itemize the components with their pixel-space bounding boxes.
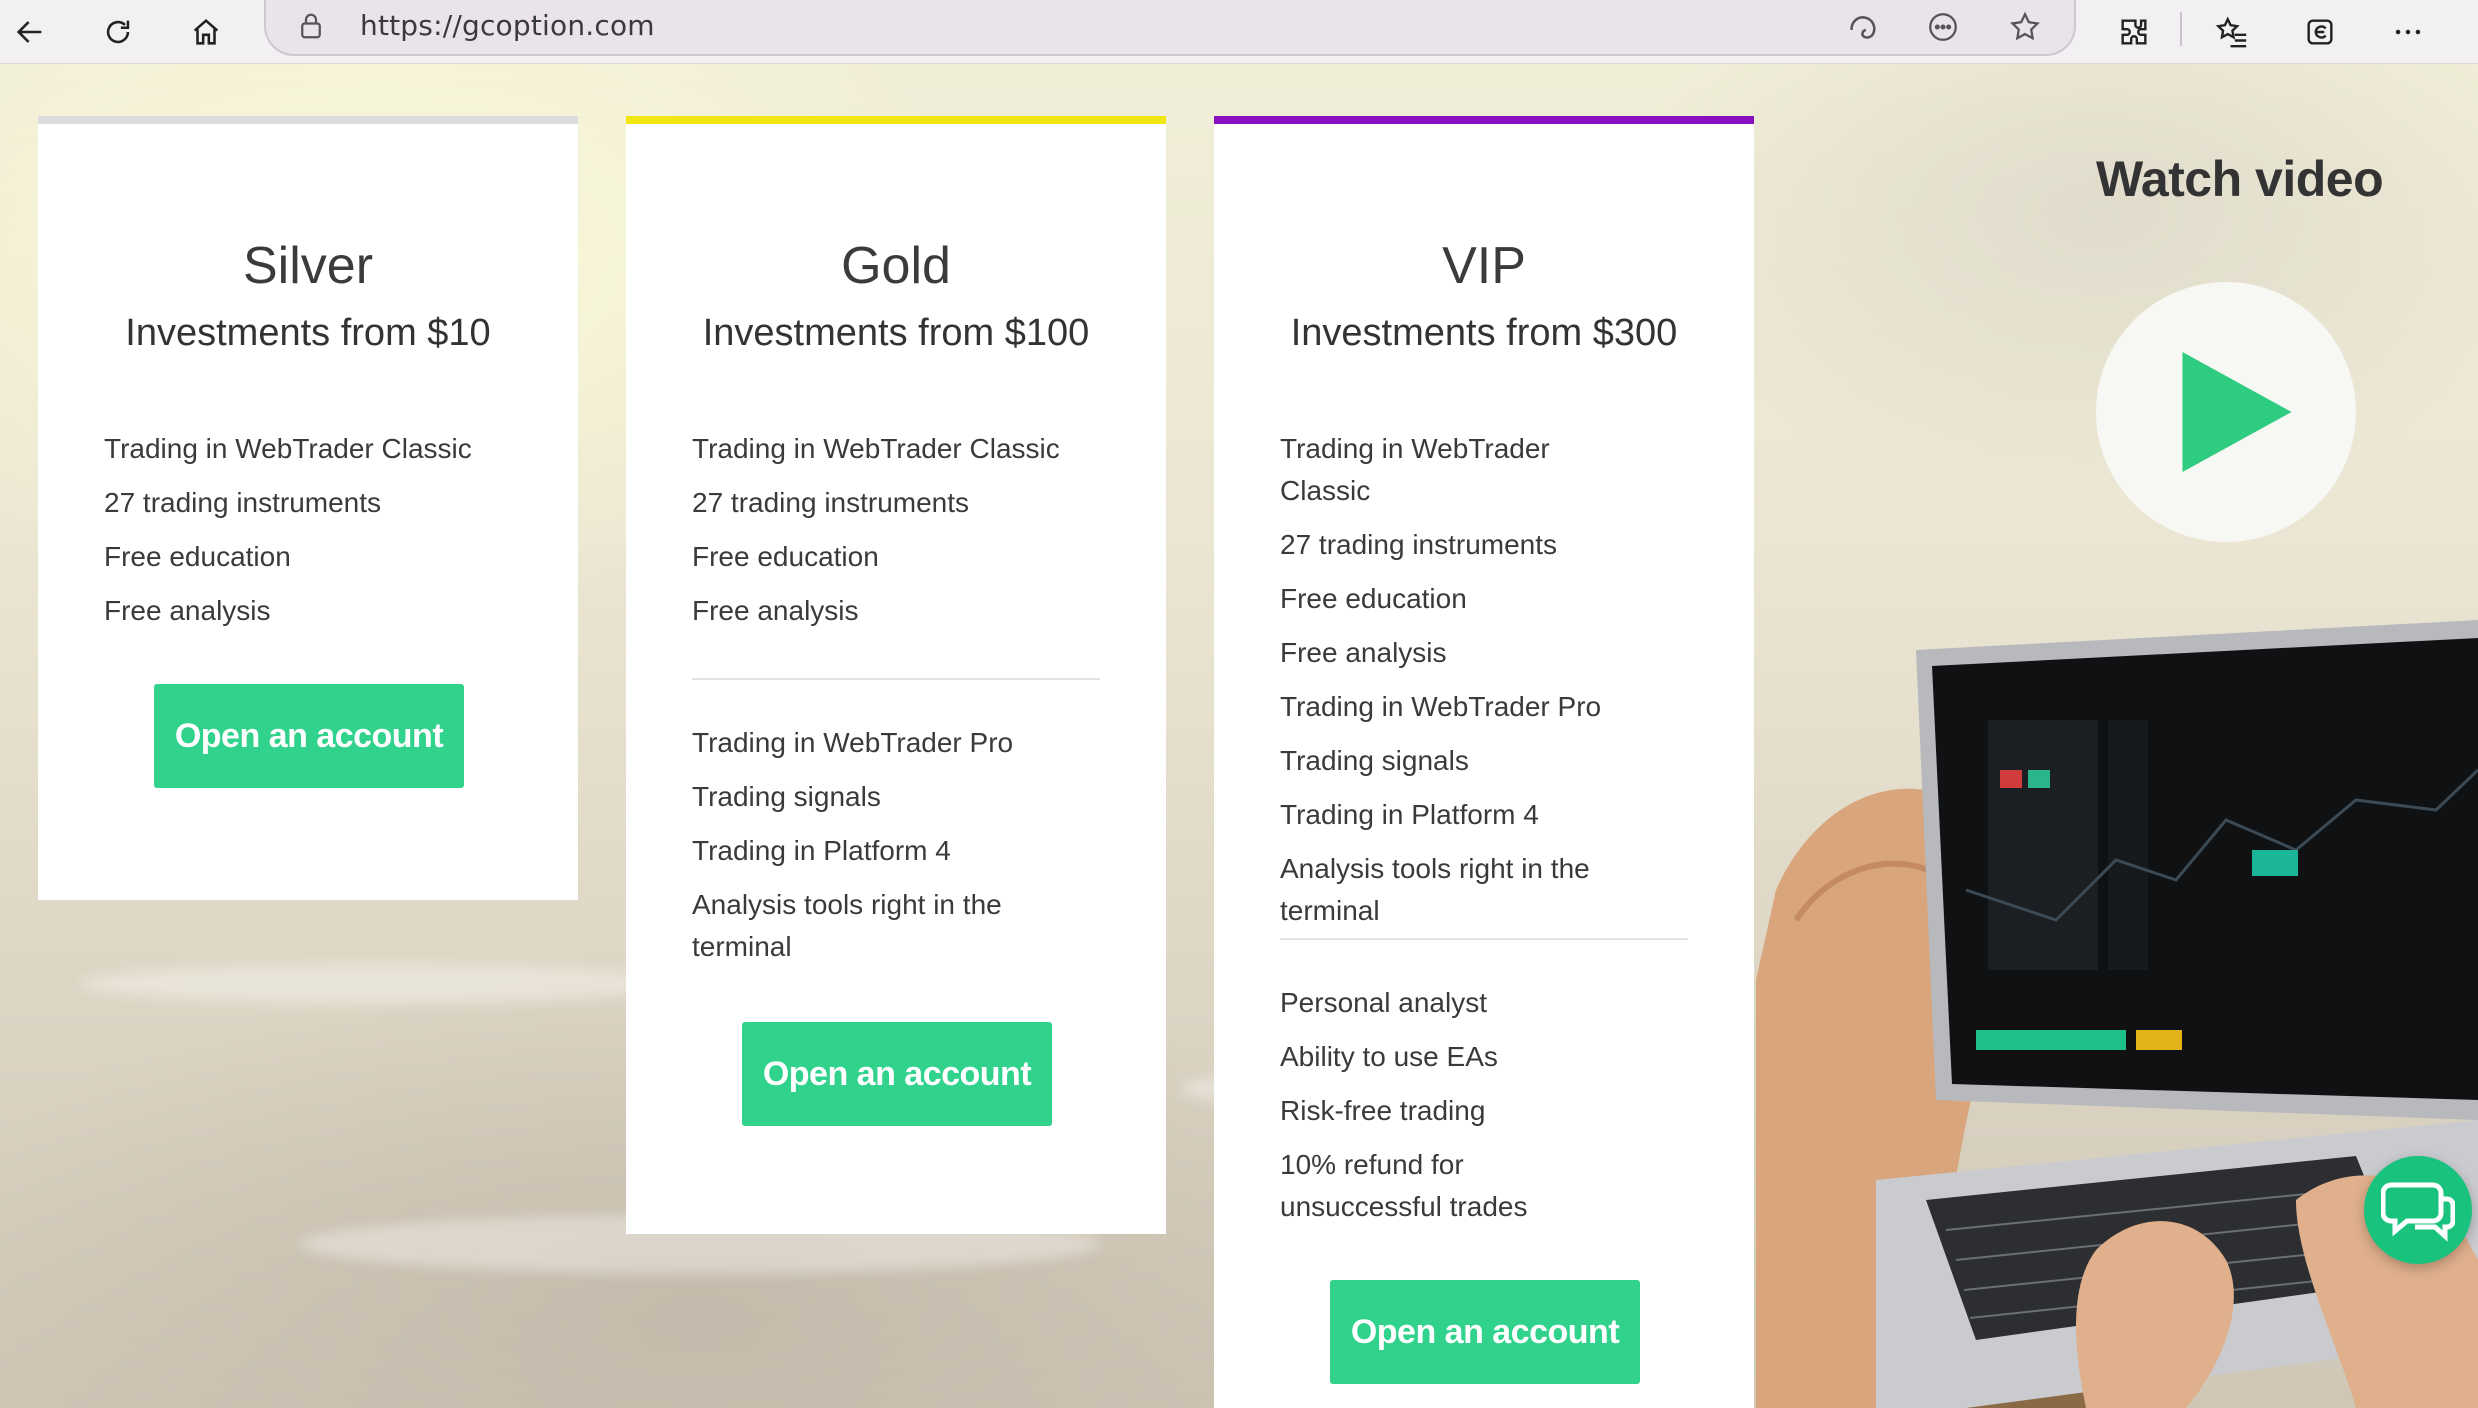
feature-list: Trading in WebTrader Classic 27 trading …: [692, 428, 1112, 644]
list-item: Free analysis: [692, 595, 859, 626]
list-item: Trading in WebTrader Classic: [692, 433, 1060, 464]
list-item: 10% refund for unsuccessful trades: [1280, 1149, 1528, 1222]
list-item: Trading in WebTrader Classic: [1280, 433, 1550, 506]
list-item: 27 trading instruments: [1280, 529, 1558, 560]
list-item: Trading signals: [1280, 745, 1469, 776]
watch-video-title: Watch video: [2096, 151, 2384, 207]
list-item: Trading in Platform 4: [1280, 799, 1539, 830]
extensions-icon[interactable]: [2108, 6, 2160, 58]
lock-icon[interactable]: [296, 10, 326, 42]
list-item: Free education: [692, 541, 879, 572]
plan-color-line: [626, 116, 1166, 124]
play-icon: [2182, 352, 2292, 472]
collections-icon[interactable]: [2294, 6, 2346, 58]
plan-card-silver: Silver Investments from $10 Trading in W…: [38, 116, 578, 900]
laptop-illustration: [1756, 620, 2478, 1408]
plan-subtitle: Investments from $300: [1290, 312, 1678, 354]
list-item: Trading signals: [692, 781, 881, 812]
feature-list: Trading in WebTrader Classic 27 trading …: [1280, 428, 1640, 944]
list-item: Free education: [104, 541, 291, 572]
chat-bubbles-icon: [2381, 1182, 2455, 1242]
feature-list-extra: Personal analyst Ability to use EAs Risk…: [1280, 982, 1610, 1240]
sand-streak: [80, 964, 680, 1004]
plan-title: VIP: [1442, 237, 1526, 295]
section-divider: [1280, 938, 1688, 940]
list-item: Free analysis: [104, 595, 271, 626]
open-account-button[interactable]: Open an account: [1330, 1280, 1640, 1384]
plan-card-gold: Gold Investments from $100 Trading in We…: [626, 116, 1166, 1234]
url-text[interactable]: https://gcoption.com: [360, 9, 655, 42]
address-bar[interactable]: https://gcoption.com: [264, 0, 2076, 56]
browser-toolbar: https://gcoption.com: [0, 0, 2478, 64]
list-item: Trading in WebTrader Pro: [1280, 691, 1602, 722]
more-menu-icon[interactable]: [2382, 6, 2434, 58]
refresh-icon[interactable]: [92, 6, 144, 58]
favorite-star-icon[interactable]: [2004, 6, 2046, 48]
open-account-button[interactable]: Open an account: [154, 684, 464, 788]
list-item: 27 trading instruments: [104, 487, 382, 518]
list-item: 27 trading instruments: [692, 487, 970, 518]
list-item: Trading in WebTrader Classic: [104, 433, 472, 464]
list-item: Trading in Platform 4: [692, 835, 951, 866]
plan-subtitle: Investments from $10: [125, 312, 491, 354]
list-item: Trading in WebTrader Pro: [692, 727, 1014, 758]
plan-title: Silver: [242, 237, 374, 295]
section-divider: [692, 678, 1100, 680]
chat-button[interactable]: [2364, 1156, 2472, 1264]
feature-list-extra: Trading in WebTrader Pro Trading signals…: [692, 722, 1052, 980]
favorites-list-icon[interactable]: [2206, 6, 2258, 58]
list-item: Analysis tools right in the terminal: [692, 889, 1002, 962]
play-video-button[interactable]: [2096, 282, 2356, 542]
feature-list: Trading in WebTrader Classic 27 trading …: [104, 428, 524, 644]
toolbar-divider: [2180, 12, 2182, 46]
home-icon[interactable]: [180, 6, 232, 58]
plan-color-line: [38, 116, 578, 124]
plan-card-vip: VIP Investments from $300 Trading in Web…: [1214, 116, 1754, 1408]
plan-subtitle: Investments from $100: [702, 312, 1090, 354]
list-item: Ability to use EAs: [1280, 1041, 1498, 1072]
list-item: Risk-free trading: [1280, 1095, 1486, 1126]
list-item: Analysis tools right in the terminal: [1280, 853, 1590, 926]
list-item: Free education: [1280, 583, 1467, 614]
plan-title: Gold: [841, 237, 951, 295]
list-item: Personal analyst: [1280, 987, 1488, 1018]
list-item: Free analysis: [1280, 637, 1447, 668]
back-arrow-icon[interactable]: [4, 6, 56, 58]
plan-color-line: [1214, 116, 1754, 124]
reading-mode-icon[interactable]: [1922, 6, 1964, 48]
open-account-button[interactable]: Open an account: [742, 1022, 1052, 1126]
edge-sidebar-icon[interactable]: [1842, 6, 1884, 48]
